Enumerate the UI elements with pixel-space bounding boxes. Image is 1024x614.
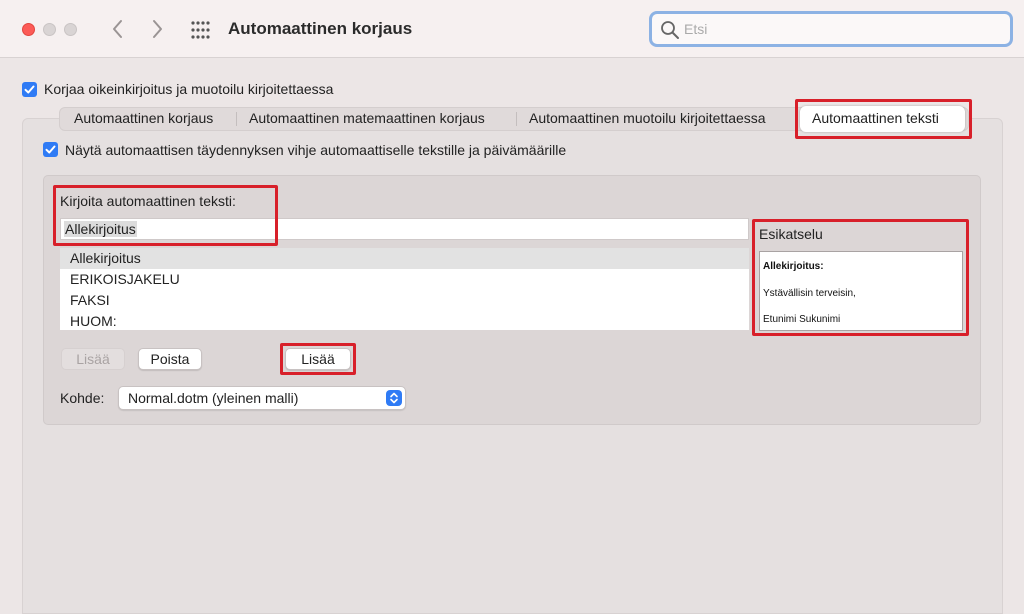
tab-autoformat-as-you-type[interactable]: Automaattinen muotoilu kirjoitettaessa bbox=[529, 110, 766, 128]
correct-spelling-label: Korjaa oikeinkirjoitus ja muotoilu kirjo… bbox=[44, 81, 334, 97]
target-label: Kohde: bbox=[60, 390, 105, 406]
tab-autocorrect[interactable]: Automaattinen korjaus bbox=[74, 110, 213, 128]
autotext-list[interactable]: Allekirjoitus ERIKOISJAKELU FAKSI HUOM: bbox=[60, 248, 749, 330]
list-item[interactable]: FAKSI bbox=[60, 290, 749, 311]
highlight-box bbox=[53, 185, 278, 246]
title-bar: Automaattinen korjaus bbox=[0, 0, 1024, 58]
target-select[interactable]: Normal.dotm (yleinen malli) bbox=[118, 386, 406, 410]
show-autocomplete-tip-label: Näytä automaattisen täydennyksen vihje a… bbox=[65, 142, 567, 158]
target-select-value: Normal.dotm (yleinen malli) bbox=[128, 390, 299, 406]
checkmark-icon bbox=[24, 85, 35, 94]
delete-button[interactable]: Poista bbox=[138, 348, 202, 370]
grid-icon bbox=[191, 21, 210, 39]
back-button[interactable] bbox=[107, 18, 129, 40]
list-item[interactable]: HUOM: bbox=[60, 311, 749, 330]
highlight-box bbox=[280, 343, 356, 375]
chevron-up-down-icon bbox=[386, 390, 402, 406]
chevron-left-icon bbox=[113, 20, 122, 38]
tab-math-autocorrect[interactable]: Automaattinen matemaattinen korjaus bbox=[249, 110, 485, 128]
forward-button[interactable] bbox=[146, 18, 168, 40]
minimize-window-button[interactable] bbox=[43, 23, 56, 36]
list-item[interactable]: ERIKOISJAKELU bbox=[60, 269, 749, 290]
list-item[interactable]: Allekirjoitus bbox=[60, 248, 749, 269]
add-button-disabled: Lisää bbox=[61, 348, 125, 370]
tab-separator bbox=[516, 112, 517, 126]
search-box[interactable] bbox=[649, 11, 1013, 47]
show-all-button[interactable] bbox=[190, 20, 212, 40]
search-icon bbox=[660, 20, 680, 40]
highlight-box bbox=[752, 219, 969, 336]
tab-separator bbox=[236, 112, 237, 126]
checkmark-icon bbox=[45, 145, 56, 154]
close-window-button[interactable] bbox=[22, 23, 35, 36]
correct-spelling-checkbox[interactable] bbox=[22, 82, 37, 97]
show-autocomplete-tip-checkbox[interactable] bbox=[43, 142, 58, 157]
highlight-box bbox=[795, 99, 972, 139]
chevron-right-icon bbox=[153, 20, 162, 38]
window-title: Automaattinen korjaus bbox=[228, 19, 413, 38]
zoom-window-button[interactable] bbox=[64, 23, 77, 36]
search-input[interactable] bbox=[684, 18, 984, 40]
